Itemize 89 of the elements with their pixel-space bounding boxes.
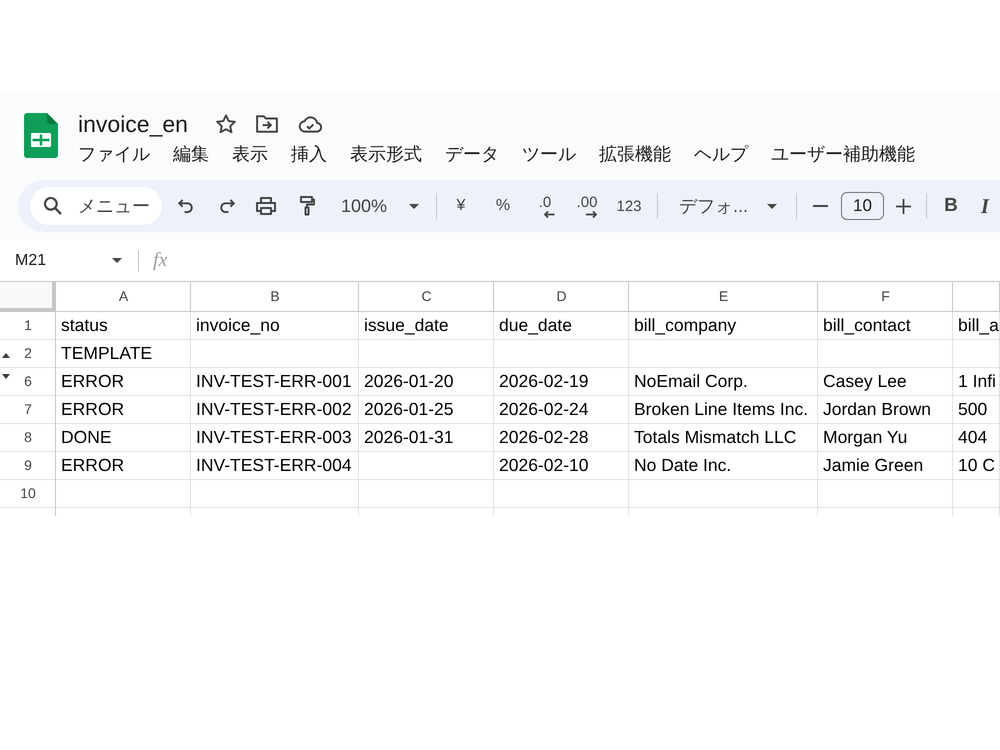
decrease-decimals-button[interactable]: .0 xyxy=(527,188,563,224)
table-cell-text: NoEmail Corp. xyxy=(633,370,749,393)
menu-item[interactable]: ヘルプ xyxy=(694,142,748,166)
menu-item[interactable]: 拡張機能 xyxy=(599,142,671,166)
font-size-field[interactable]: 10 xyxy=(841,192,884,220)
menu-item[interactable]: 表示 xyxy=(232,142,268,166)
zoom-dropdown[interactable]: 100% xyxy=(331,188,426,224)
table-cell-text: Broken Line Items Inc. xyxy=(633,398,810,421)
right-arrow-icon xyxy=(586,210,596,218)
caret-icon xyxy=(409,204,419,208)
table-cell-text: 2026-01-25 xyxy=(363,398,455,421)
table-cell-text: 500 xyxy=(957,398,988,421)
paint-roller-icon[interactable] xyxy=(300,196,315,216)
menu-item[interactable]: データ xyxy=(445,142,499,166)
column-header[interactable]: C xyxy=(359,282,494,312)
document-title[interactable]: invoice_en xyxy=(78,108,188,140)
table-cell-text: Jordan Brown xyxy=(822,398,932,421)
table-cell-text: INV-TEST-ERR-004 xyxy=(195,454,353,477)
star-icon[interactable] xyxy=(216,114,236,134)
formula-fx-label: fx xyxy=(153,249,168,272)
table-cell-text: ERROR xyxy=(60,454,126,477)
print-icon[interactable] xyxy=(256,197,276,215)
table-cell-text: 2026-02-10 xyxy=(498,454,590,477)
column-header[interactable]: F xyxy=(818,282,953,312)
spreadsheet-logo-icon[interactable] xyxy=(24,113,58,158)
currency-button[interactable]: ¥ xyxy=(443,188,479,224)
table-cell-text: Jamie Green xyxy=(822,454,924,477)
table-cell-text: status xyxy=(60,314,109,337)
row-header[interactable]: 10 xyxy=(0,480,56,508)
table-cell-text: ERROR xyxy=(60,370,126,393)
table-cell-text: 404 xyxy=(957,426,988,449)
table-cell-text: INV-TEST-ERR-002 xyxy=(195,398,353,421)
row-header[interactable]: 7 xyxy=(0,396,56,424)
menu-item[interactable]: ユーザー補助機能 xyxy=(771,142,915,166)
italic-button[interactable]: I xyxy=(973,188,997,224)
down-triangle-icon[interactable] xyxy=(2,374,10,379)
cloud-check-icon[interactable] xyxy=(298,116,322,132)
table-cell-text: 2026-02-19 xyxy=(498,370,590,393)
percent-button[interactable]: % xyxy=(485,188,521,224)
name-box[interactable]: M21 xyxy=(0,246,132,276)
row-header[interactable]: 9 xyxy=(0,452,56,480)
row-header[interactable]: 1 xyxy=(0,312,56,340)
up-triangle-icon[interactable] xyxy=(2,353,10,358)
column-header[interactable]: A xyxy=(56,282,191,312)
table-cell-text: INV-TEST-ERR-001 xyxy=(195,370,353,393)
table-cell-text: due_date xyxy=(498,314,573,337)
table-cell-text: 2026-02-28 xyxy=(498,426,590,449)
search-field[interactable]: メニュー xyxy=(30,187,162,225)
table-cell-text: bill_a xyxy=(957,314,1000,337)
table-cell-text: 1 Infi xyxy=(957,370,997,393)
menu-item[interactable]: 表示形式 xyxy=(350,142,422,166)
plus-icon[interactable] xyxy=(896,198,911,214)
table-cell-text: 2026-01-31 xyxy=(363,426,455,449)
folder-arrow-icon[interactable] xyxy=(256,115,278,133)
row-header[interactable]: 8 xyxy=(0,424,56,452)
menu-item[interactable]: ツール xyxy=(522,142,576,166)
table-cell-text: 2026-01-20 xyxy=(363,370,455,393)
redo-icon[interactable] xyxy=(220,199,235,213)
table-cell-text: 10 C xyxy=(957,454,996,477)
table-cell-text: INV-TEST-ERR-003 xyxy=(195,426,353,449)
table-cell-text: 2026-02-24 xyxy=(498,398,590,421)
table-cell-text: ERROR xyxy=(60,398,126,421)
column-header[interactable]: D xyxy=(494,282,629,312)
table-cell-text: TEMPLATE xyxy=(60,342,154,365)
row-header[interactable]: 6 xyxy=(0,368,56,396)
undo-icon[interactable] xyxy=(178,199,193,213)
column-header[interactable]: B xyxy=(191,282,359,312)
caret-icon xyxy=(112,258,122,263)
table-cell-text: DONE xyxy=(60,426,113,449)
table-cell-text: invoice_no xyxy=(195,314,281,337)
column-header[interactable]: E xyxy=(629,282,818,312)
table-cell-text: Totals Mismatch LLC xyxy=(633,426,798,449)
table-cell-text: Morgan Yu xyxy=(822,426,908,449)
table-cell-text: No Date Inc. xyxy=(633,454,732,477)
more-formats-button[interactable]: 123 xyxy=(611,188,647,224)
table-cell-text: bill_company xyxy=(633,314,738,337)
table-cell-text: Casey Lee xyxy=(822,370,908,393)
row-header[interactable]: 2 xyxy=(0,340,56,368)
table-cell-text: issue_date xyxy=(363,314,450,337)
caret-icon xyxy=(767,204,777,208)
increase-decimals-button[interactable]: .00 xyxy=(569,188,605,224)
font-dropdown[interactable]: デフォ... xyxy=(664,188,786,224)
bold-button[interactable]: B xyxy=(935,188,967,224)
menu-item[interactable]: ファイル xyxy=(78,142,150,166)
search-icon xyxy=(44,197,62,215)
left-arrow-icon xyxy=(544,210,554,218)
table-cell-text: bill_contact xyxy=(822,314,912,337)
menu-item[interactable]: 編集 xyxy=(173,142,209,166)
menu-item[interactable]: 挿入 xyxy=(291,142,327,166)
